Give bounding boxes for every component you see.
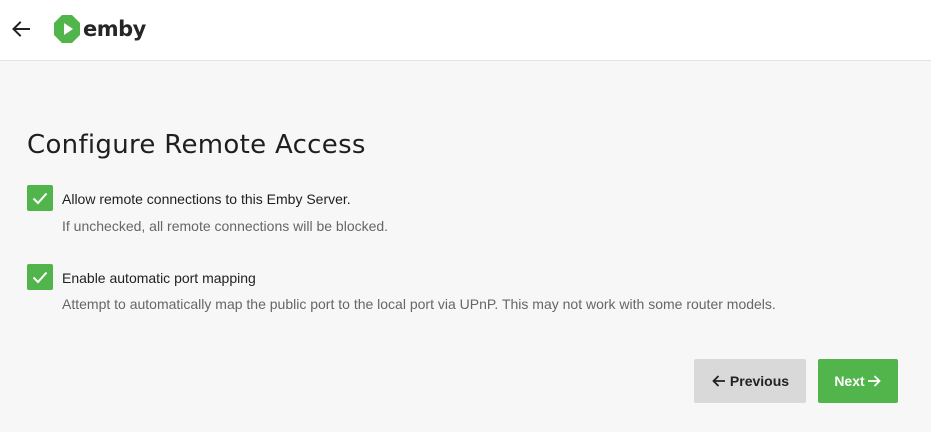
back-button[interactable] bbox=[8, 14, 34, 44]
emby-logo-icon bbox=[54, 15, 80, 43]
emby-logo[interactable]: emby bbox=[53, 13, 146, 45]
checkmark-icon bbox=[32, 271, 48, 284]
arrow-left-icon bbox=[712, 375, 725, 387]
previous-button[interactable]: Previous bbox=[694, 359, 806, 403]
port-mapping-checkbox[interactable] bbox=[27, 264, 53, 290]
page-title: Configure Remote Access bbox=[27, 130, 366, 160]
port-mapping-label[interactable]: Enable automatic port mapping bbox=[62, 270, 256, 286]
next-button[interactable]: Next bbox=[818, 359, 898, 403]
allow-remote-label[interactable]: Allow remote connections to this Emby Se… bbox=[62, 191, 351, 207]
header-bar: emby bbox=[0, 0, 931, 61]
allow-remote-checkbox[interactable] bbox=[27, 185, 53, 211]
next-label: Next bbox=[834, 373, 865, 389]
logo-text: emby bbox=[83, 17, 146, 41]
arrow-left-icon bbox=[12, 21, 30, 37]
checkmark-icon bbox=[32, 192, 48, 205]
previous-label: Previous bbox=[729, 373, 790, 389]
port-mapping-description: Attempt to automatically map the public … bbox=[62, 296, 776, 312]
arrow-right-icon bbox=[867, 375, 881, 387]
allow-remote-description: If unchecked, all remote connections wil… bbox=[62, 218, 389, 234]
app-window: emby Configure Remote Access Allow remot… bbox=[0, 0, 931, 432]
